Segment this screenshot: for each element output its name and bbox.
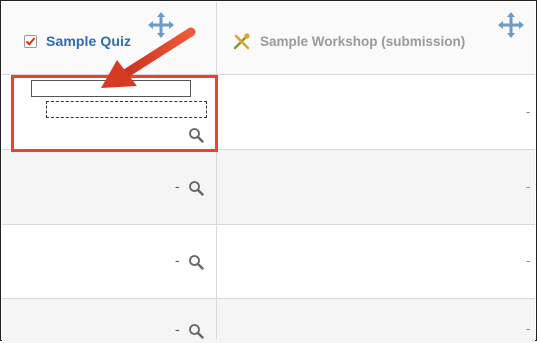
quiz-checkbox-icon xyxy=(24,34,37,48)
table-row: - - xyxy=(2,224,535,299)
workshop-grade-value[interactable]: - xyxy=(526,253,530,268)
magnifier-icon[interactable] xyxy=(188,323,204,339)
workshop-grade-value[interactable]: - xyxy=(526,104,530,119)
grader-grid: Sample Quiz Sample Workshop (submission) xyxy=(2,2,535,343)
quiz-grade-value[interactable]: - xyxy=(175,252,180,268)
magnifier-icon[interactable] xyxy=(188,254,204,270)
table-row: - - xyxy=(2,299,535,343)
move-icon[interactable] xyxy=(498,12,524,38)
pointer-arrow-icon xyxy=(101,27,196,88)
table-row: - - xyxy=(2,150,535,225)
quiz-grade-value[interactable]: - xyxy=(175,321,180,337)
workshop-column-title[interactable]: Sample Workshop (submission) xyxy=(260,34,465,49)
workshop-grade-value[interactable]: - xyxy=(526,321,530,336)
column-divider xyxy=(216,2,217,339)
header-row: Sample Quiz Sample Workshop (submission) xyxy=(2,2,535,75)
workshop-icon xyxy=(233,33,250,50)
quiz-grade-value[interactable]: - xyxy=(175,178,180,194)
column-header-workshop[interactable]: Sample Workshop (submission) xyxy=(232,2,532,74)
magnifier-icon[interactable] xyxy=(188,180,204,196)
workshop-grade-value[interactable]: - xyxy=(526,179,530,194)
